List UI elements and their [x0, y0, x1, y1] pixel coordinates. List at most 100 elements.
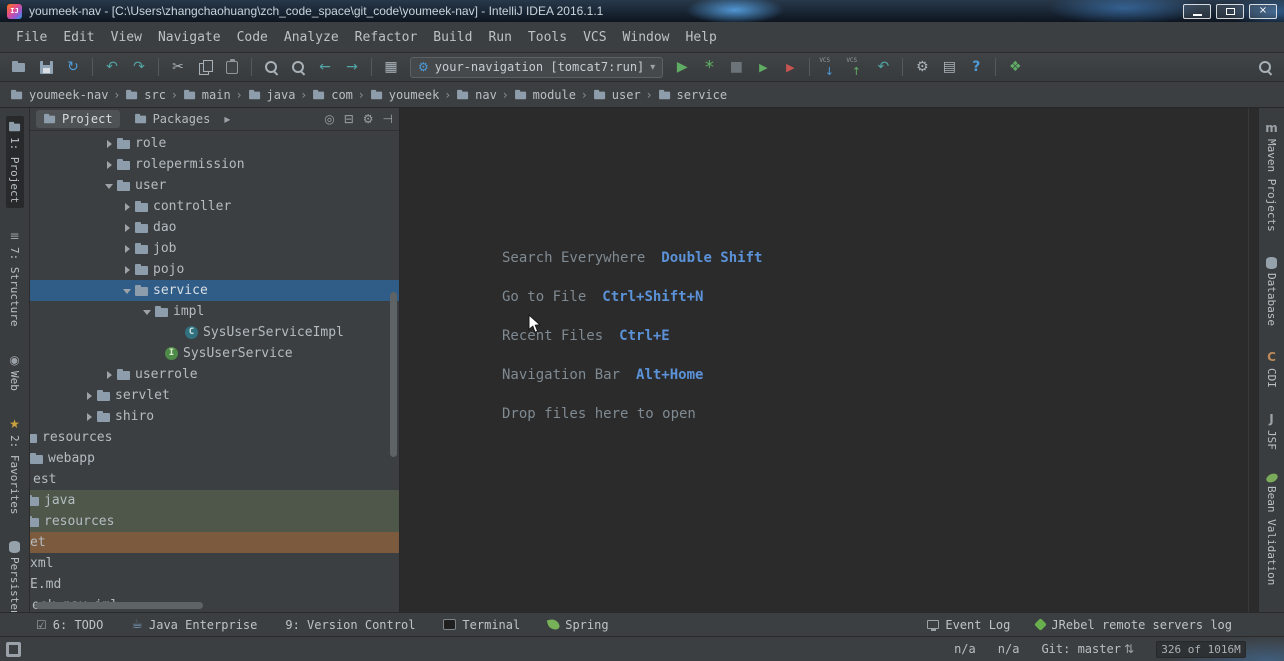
tab-packages[interactable]: Packages	[127, 110, 218, 128]
toolwindow-button-web[interactable]: ◉ Web	[6, 349, 23, 396]
jrebel-debug-button[interactable]: ▶	[778, 56, 802, 78]
tree-item-test-source[interactable]: resources	[30, 511, 399, 532]
toolwindow-button-project[interactable]: 1: Project	[5, 116, 24, 209]
toolwindow-button-maven[interactable]: m Maven Projects	[1263, 117, 1280, 237]
tree-item[interactable]: webapp	[30, 448, 399, 469]
toolwindow-button-todo[interactable]: ☑ 6: TODO	[36, 618, 103, 632]
toolwindow-button-bean-validation[interactable]: Bean Validation	[1263, 469, 1280, 590]
toolwindow-button-java-enterprise[interactable]: ☕ Java Enterprise	[131, 617, 257, 632]
tree-item[interactable]: est	[30, 469, 399, 490]
caret-position-status[interactable]: n/a	[954, 642, 976, 656]
tree-item[interactable]: E.md	[30, 574, 399, 595]
undo-button[interactable]: ↶	[100, 56, 124, 78]
chevron-right-icon[interactable]	[121, 200, 135, 214]
toolwindow-button-spring[interactable]: Spring	[546, 618, 609, 632]
run-configuration-select[interactable]: ⚙ your-navigation [tomcat7:run] ▾	[410, 56, 664, 78]
save-button[interactable]	[34, 56, 58, 78]
collapse-all-icon[interactable]: ⊟	[344, 112, 354, 126]
chevron-down-icon[interactable]	[121, 284, 135, 298]
toolwindow-button-version-control[interactable]: 9: Version Control	[285, 618, 415, 632]
editor-scrollbar[interactable]	[1248, 108, 1258, 612]
breadcrumb[interactable]: java	[246, 87, 298, 103]
tree-item[interactable]: controller	[30, 196, 399, 217]
toolwindow-button-jsf[interactable]: J JSF	[1263, 408, 1280, 455]
chevron-right-icon[interactable]	[121, 221, 135, 235]
menu-help[interactable]: Help	[678, 26, 725, 49]
toolwindow-button-terminal[interactable]: Terminal	[443, 618, 520, 632]
tree-item[interactable]: xml	[30, 553, 399, 574]
chevron-right-icon[interactable]	[103, 137, 117, 151]
tree-item[interactable]: C SysUserServiceImpl	[30, 322, 399, 343]
editor-pane[interactable]: Search Everywhere Double Shift Go to File…	[400, 108, 1248, 612]
open-button[interactable]	[7, 56, 31, 78]
minimize-button[interactable]	[1183, 3, 1211, 19]
menu-vcs[interactable]: VCS	[575, 26, 614, 49]
menu-code[interactable]: Code	[229, 26, 276, 49]
tree-item-excluded[interactable]: et	[30, 532, 399, 553]
chevron-right-icon[interactable]	[121, 263, 135, 277]
tree-item[interactable]: I SysUserService	[30, 343, 399, 364]
tree-item[interactable]: userrole	[30, 364, 399, 385]
breadcrumb[interactable]: src	[123, 87, 168, 103]
update-project-button[interactable]: VCS ↓	[817, 56, 841, 78]
toolwindow-button-cdi[interactable]: C CDI	[1263, 346, 1280, 393]
menu-edit[interactable]: Edit	[55, 26, 102, 49]
tree-item[interactable]: pojo	[30, 259, 399, 280]
tree-item[interactable]: rolepermission	[30, 154, 399, 175]
menu-file[interactable]: File	[8, 26, 55, 49]
menu-view[interactable]: View	[103, 26, 150, 49]
toolwindow-button-favorites[interactable]: ★ 2: Favorites	[6, 413, 23, 519]
tree-item[interactable]: impl	[30, 301, 399, 322]
paste-button[interactable]	[220, 56, 244, 78]
hide-panel-icon[interactable]: ⊣	[383, 112, 393, 126]
search-everywhere-button[interactable]	[1253, 56, 1277, 78]
tree-item[interactable]: user	[30, 175, 399, 196]
menu-run[interactable]: Run	[480, 26, 519, 49]
breadcrumb[interactable]: nav	[454, 87, 499, 103]
back-button[interactable]: ←	[313, 56, 337, 78]
chevron-right-icon[interactable]	[103, 368, 117, 382]
close-button[interactable]: ×	[1249, 3, 1277, 19]
toolwindow-button-event-log[interactable]: Event Log	[927, 618, 1010, 632]
tree-item[interactable]: dao	[30, 217, 399, 238]
chevron-right-icon[interactable]	[121, 242, 135, 256]
settings-gear-icon[interactable]: ⚙	[363, 112, 374, 126]
help-button[interactable]: ?	[964, 56, 988, 78]
maximize-button[interactable]	[1216, 3, 1244, 19]
encoding-status[interactable]: n/a	[998, 642, 1020, 656]
tree-item-selected[interactable]: service	[30, 280, 399, 301]
chevron-right-icon[interactable]	[83, 410, 97, 424]
toolwindow-button-structure[interactable]: ≡ 7: Structure	[6, 225, 23, 331]
menu-analyze[interactable]: Analyze	[276, 26, 347, 49]
redo-button[interactable]: ↷	[127, 56, 151, 78]
tree-item[interactable]: shiro	[30, 406, 399, 427]
cut-button[interactable]: ✂	[166, 56, 190, 78]
breadcrumb[interactable]: user	[591, 87, 643, 103]
find-button[interactable]	[259, 56, 283, 78]
toolwindow-button-jrebel-log[interactable]: JRebel remote servers log	[1034, 618, 1232, 632]
breadcrumb[interactable]: youmeek-nav	[8, 87, 110, 103]
horizontal-scrollbar[interactable]	[35, 602, 203, 609]
tree-item[interactable]: job	[30, 238, 399, 259]
copy-button[interactable]	[193, 56, 217, 78]
toolwindow-button-database[interactable]: Database	[1263, 252, 1280, 331]
chevron-down-icon[interactable]	[141, 305, 155, 319]
menu-refactor[interactable]: Refactor	[347, 26, 426, 49]
project-structure-button[interactable]: ▤	[937, 56, 961, 78]
run-coverage-button[interactable]: *	[697, 56, 721, 78]
forward-button[interactable]: →	[340, 56, 364, 78]
breadcrumb[interactable]: youmeek	[368, 87, 442, 103]
chevron-right-icon[interactable]	[103, 158, 117, 172]
commit-changes-button[interactable]: VCS ↑	[844, 56, 868, 78]
menu-build[interactable]: Build	[425, 26, 480, 49]
breadcrumb[interactable]: com	[310, 87, 355, 103]
plugin-button[interactable]: ❖	[1003, 56, 1027, 78]
vertical-scrollbar[interactable]	[390, 292, 397, 457]
breadcrumb[interactable]: main	[181, 87, 233, 103]
replace-button[interactable]	[286, 56, 310, 78]
jrebel-run-button[interactable]: ▶	[751, 56, 775, 78]
tree-item[interactable]: role	[30, 133, 399, 154]
breadcrumb[interactable]: service	[656, 87, 730, 103]
memory-indicator[interactable]: 326 of 1016M	[1156, 640, 1246, 658]
menu-window[interactable]: Window	[615, 26, 678, 49]
